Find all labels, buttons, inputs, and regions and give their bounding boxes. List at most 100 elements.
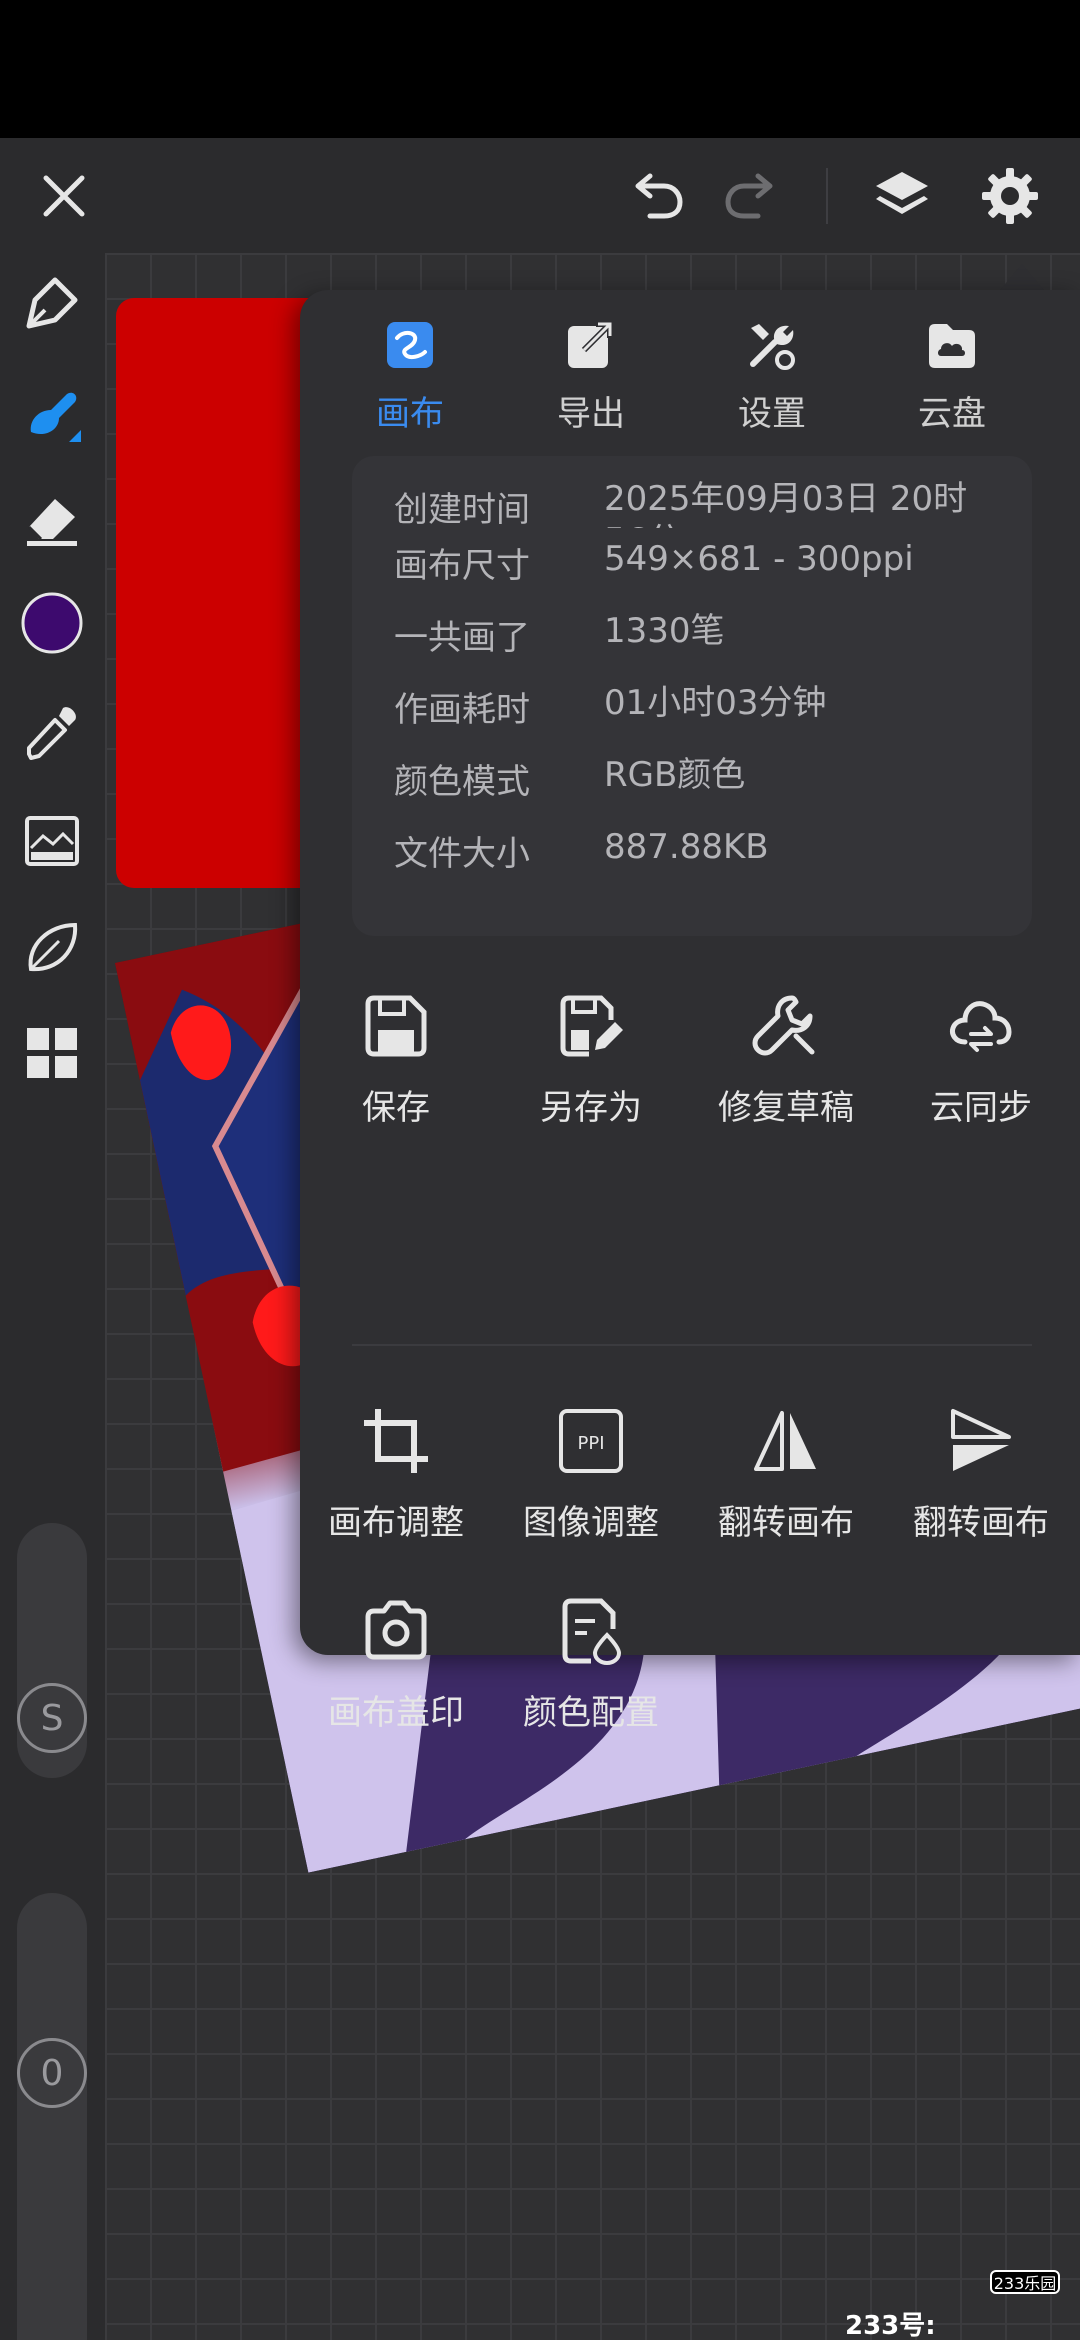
toolbar-divider xyxy=(826,168,828,224)
layers-icon xyxy=(876,172,928,214)
action-label: 颜色配置 xyxy=(523,1693,659,1733)
undo-icon xyxy=(635,173,683,219)
repair-draft-button[interactable]: 修复草稿 xyxy=(701,990,871,1129)
export-icon xyxy=(568,321,613,368)
pen-icon xyxy=(26,277,78,329)
action-label: 图像调整 xyxy=(523,1503,659,1543)
top-toolbar xyxy=(0,138,1080,253)
info-row-strokes: 一共画了 1330笔 xyxy=(394,610,1004,670)
info-value: 1330笔 xyxy=(604,611,725,651)
canvas-adjust-button[interactable]: 画布调整 xyxy=(311,1405,481,1544)
tools-icon xyxy=(750,324,795,370)
info-value: 887.88KB xyxy=(604,827,769,867)
camera-icon xyxy=(365,1600,427,1660)
flip-canvas-horizontal-button[interactable]: 翻转画布 xyxy=(701,1405,871,1544)
more-tools[interactable] xyxy=(12,1013,92,1093)
info-key: 文件大小 xyxy=(394,834,530,874)
canvas-stamp-button[interactable]: 画布盖印 xyxy=(311,1595,481,1734)
left-toolbar: S 0 xyxy=(0,253,105,2340)
watermark-text: 233号: 505524200 xyxy=(845,2311,936,2340)
leaf-icon xyxy=(28,922,78,972)
tab-label: 画布 xyxy=(376,394,444,434)
action-label: 云同步 xyxy=(930,1088,1032,1128)
watermark-badge: 233乐园 xyxy=(990,2270,1060,2294)
info-row-created: 创建时间 2025年09月03日 20时56分 xyxy=(394,478,1004,538)
pen-tool[interactable] xyxy=(12,263,92,343)
action-label: 翻转画布 xyxy=(913,1503,1049,1543)
flip-horizontal-icon xyxy=(754,1411,816,1471)
cloud-sync-button[interactable]: 云同步 xyxy=(896,990,1066,1129)
redo-icon xyxy=(725,173,773,219)
action-label: 修复草稿 xyxy=(718,1088,854,1128)
status-bar xyxy=(0,0,1080,138)
info-key: 创建时间 xyxy=(394,490,530,530)
brush-icon xyxy=(30,392,81,442)
tab-export[interactable]: 导出 xyxy=(521,318,661,438)
canvas-info-card: 创建时间 2025年09月03日 20时56分 画布尺寸 549×681 - 3… xyxy=(352,456,1032,936)
save-as-button[interactable]: 另存为 xyxy=(506,990,676,1129)
tab-canvas[interactable]: 画布 xyxy=(340,318,480,438)
info-key: 一共画了 xyxy=(394,618,530,658)
grid-icon xyxy=(27,1028,77,1078)
close-button[interactable] xyxy=(24,156,104,236)
panel-pointer xyxy=(1000,264,1044,290)
action-label: 画布调整 xyxy=(328,1503,464,1543)
crop-icon xyxy=(364,1409,428,1473)
eyedropper-icon xyxy=(27,707,76,760)
eraser-tool[interactable] xyxy=(12,478,92,558)
canvas-icon xyxy=(387,322,433,368)
wrench-icon xyxy=(752,995,815,1056)
save-button[interactable]: 保存 xyxy=(311,990,481,1129)
image-adjust-button[interactable]: PPI 图像调整 xyxy=(506,1405,676,1544)
info-key: 画布尺寸 xyxy=(394,546,530,586)
smudge-tool[interactable] xyxy=(12,908,92,988)
color-picker-swatch[interactable] xyxy=(12,583,92,663)
cloud-sync-icon xyxy=(950,1001,1012,1052)
color-profile-icon xyxy=(562,1598,622,1666)
tab-label: 导出 xyxy=(557,394,625,434)
layers-button[interactable] xyxy=(862,156,942,236)
info-row-size: 画布尺寸 549×681 - 300ppi xyxy=(394,538,1004,598)
redo-button[interactable] xyxy=(712,156,792,236)
action-label: 保存 xyxy=(362,1088,430,1128)
tab-cloud-drive[interactable]: 云盘 xyxy=(882,318,1022,438)
info-key: 颜色模式 xyxy=(394,762,530,802)
canvas-settings-panel: 画布 导出 设置 云盘 创建时间 2025年09月03日 20时56分 画布尺寸… xyxy=(300,290,1080,1733)
tab-settings[interactable]: 设置 xyxy=(702,318,842,438)
ppi-badge-text: PPI xyxy=(577,1433,604,1454)
info-value: 549×681 - 300ppi xyxy=(604,539,914,579)
info-value: 2025年09月03日 20时56分 xyxy=(604,479,968,528)
color-profile-button[interactable]: 颜色配置 xyxy=(506,1595,676,1734)
close-icon xyxy=(43,175,85,217)
settings-button[interactable] xyxy=(970,156,1050,236)
action-label: 翻转画布 xyxy=(718,1503,854,1543)
flip-canvas-vertical-button[interactable]: 翻转画布 xyxy=(896,1405,1066,1544)
info-value: RGB颜色 xyxy=(604,755,746,795)
eyedropper-tool[interactable] xyxy=(12,693,92,773)
info-key: 作画耗时 xyxy=(394,690,530,730)
ppi-icon: PPI xyxy=(559,1409,623,1473)
image-icon xyxy=(25,816,79,866)
save-icon xyxy=(365,995,427,1057)
action-label: 画布盖印 xyxy=(328,1693,464,1733)
info-row-file-size: 文件大小 887.88KB xyxy=(394,826,1004,886)
info-row-color-mode: 颜色模式 RGB颜色 xyxy=(394,754,1004,814)
info-value: 01小时03分钟 xyxy=(604,683,827,723)
current-color-swatch xyxy=(21,592,83,654)
panel-divider xyxy=(352,1344,1032,1346)
image-adjust-tool[interactable] xyxy=(12,801,92,881)
info-row-time: 作画耗时 01小时03分钟 xyxy=(394,682,1004,742)
tab-label: 设置 xyxy=(738,394,806,434)
brush-tool[interactable] xyxy=(12,373,92,453)
brush-opacity-slider[interactable] xyxy=(17,1893,87,2340)
action-label: 另存为 xyxy=(540,1088,642,1128)
save-as-icon xyxy=(560,995,623,1057)
eraser-icon xyxy=(27,499,77,546)
drawing-app: S 0 画布 导出 设置 云盘 创建时间 2025年09月03日 20时56分 xyxy=(0,138,1080,2340)
flip-vertical-icon xyxy=(951,1409,1011,1471)
undo-button[interactable] xyxy=(616,156,696,236)
tab-label: 云盘 xyxy=(918,394,986,434)
brush-size-knob[interactable]: S xyxy=(17,1683,87,1753)
brush-opacity-knob[interactable]: 0 xyxy=(17,2038,87,2108)
cloud-folder-icon xyxy=(929,324,975,368)
